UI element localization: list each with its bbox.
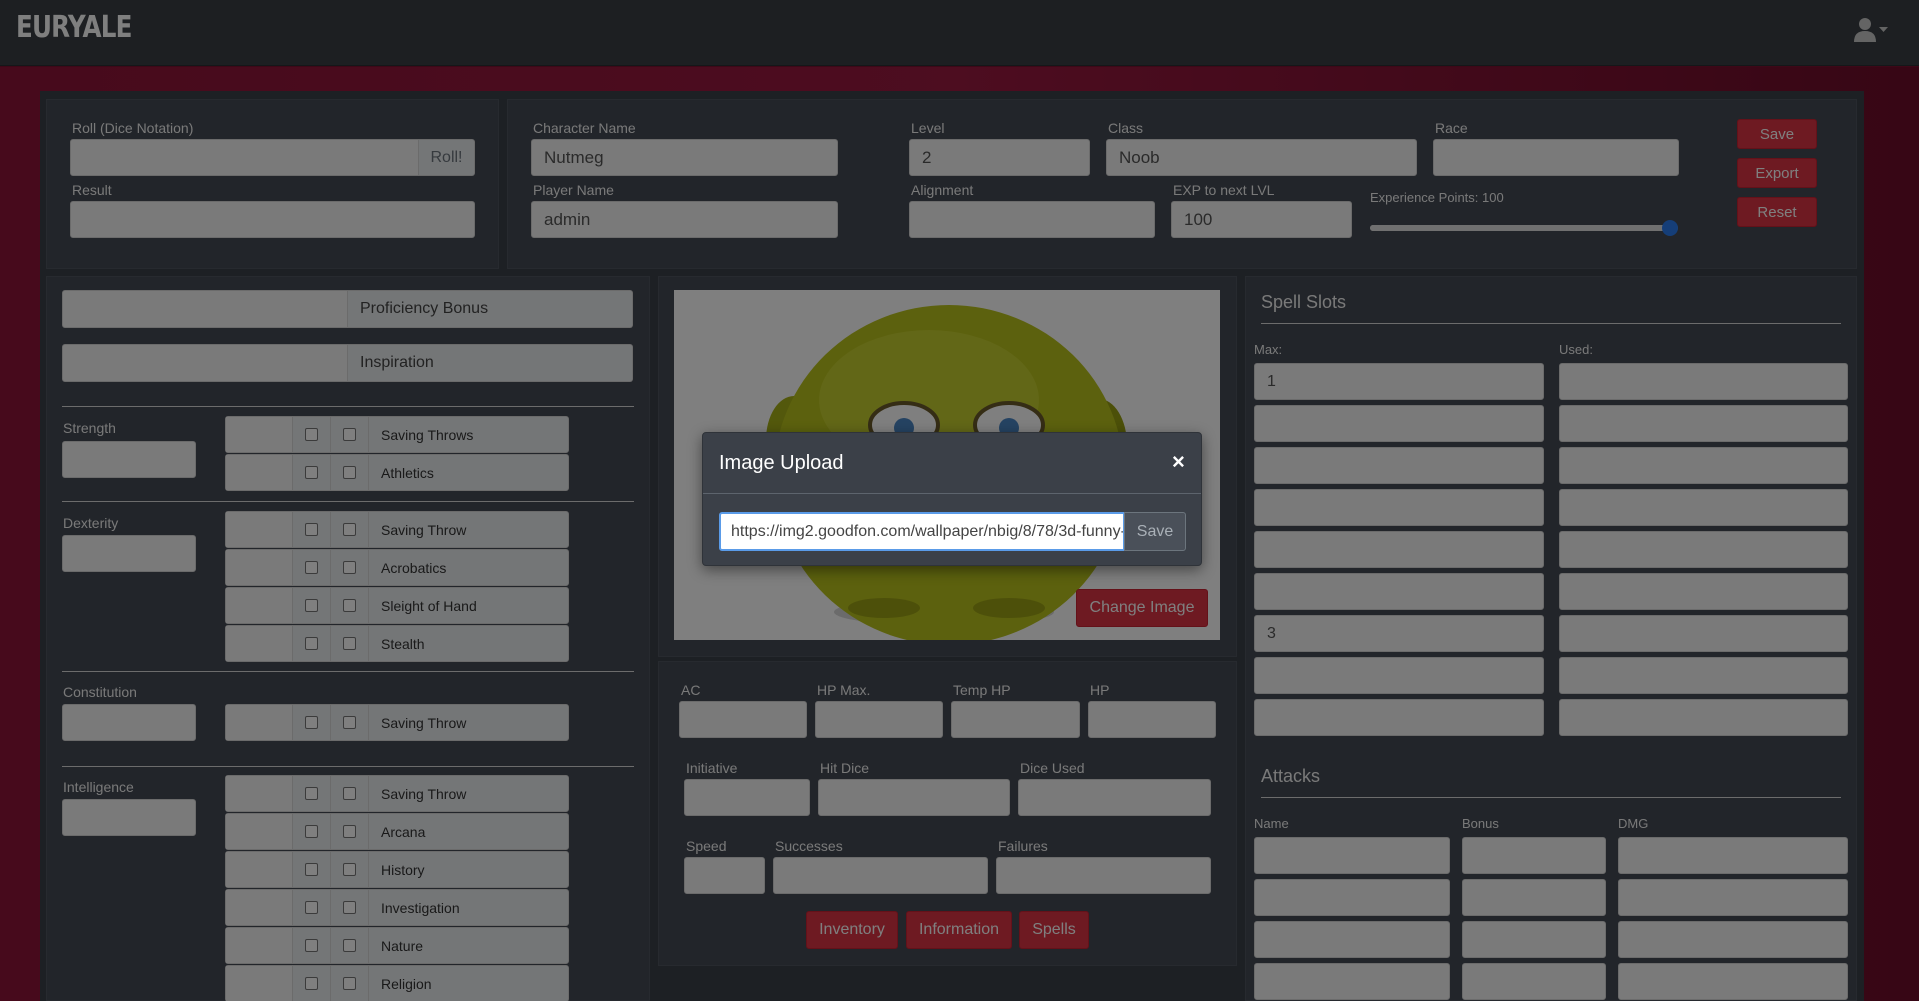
- image-upload-modal: Image Upload × https://img2.goodfon.com/…: [702, 432, 1202, 566]
- modal-title: Image Upload: [719, 452, 844, 474]
- close-icon[interactable]: ×: [1172, 449, 1185, 475]
- image-url-input[interactable]: https://img2.goodfon.com/wallpaper/nbig/…: [719, 512, 1125, 551]
- modal-save-button[interactable]: Save: [1124, 512, 1186, 551]
- modal-header: Image Upload ×: [703, 433, 1201, 494]
